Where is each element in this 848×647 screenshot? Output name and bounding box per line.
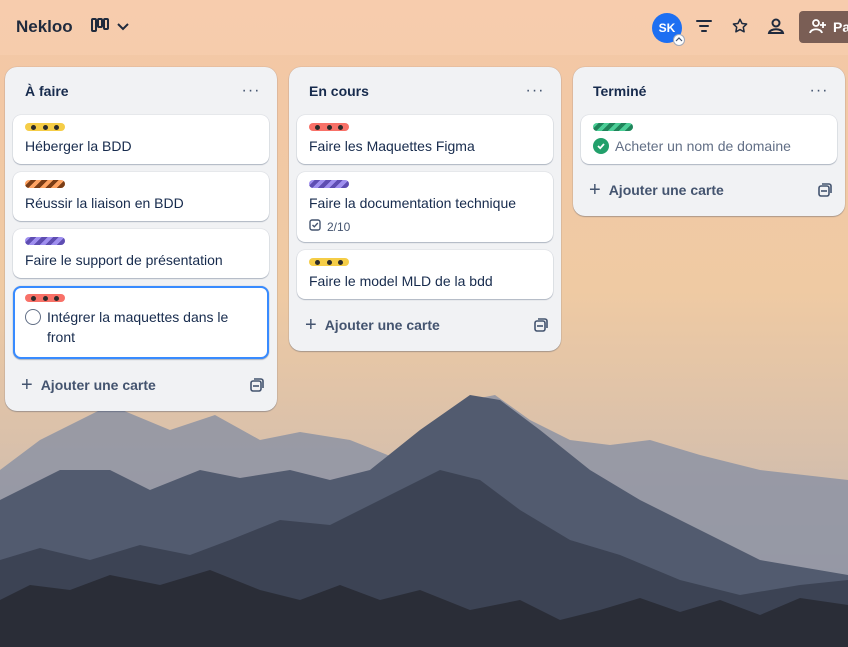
visibility-button[interactable] (760, 12, 792, 44)
list-en-cours: En cours ··· Faire les Maquettes Figma F… (289, 67, 561, 351)
template-icon[interactable] (817, 182, 833, 198)
list-title[interactable]: En cours (309, 83, 369, 99)
card-label[interactable] (25, 237, 65, 245)
add-card-label: Ajouter une carte (40, 377, 156, 393)
list-title[interactable]: À faire (25, 83, 69, 99)
filter-icon (696, 19, 712, 38)
add-card-row: + Ajouter une carte (5, 367, 277, 403)
card-title: Réussir la liaison en BDD (25, 195, 184, 211)
card-label[interactable] (25, 180, 65, 188)
plus-icon: + (21, 374, 33, 396)
admin-badge-icon (673, 34, 685, 46)
card-label[interactable] (593, 123, 633, 131)
list-header: En cours ··· (289, 67, 561, 115)
template-icon[interactable] (249, 377, 265, 393)
card-label[interactable] (25, 294, 65, 302)
card-title: Acheter un nom de domaine (615, 138, 791, 154)
card[interactable]: Faire le model MLD de la bdd (297, 250, 553, 299)
star-icon (731, 17, 749, 40)
add-card-label: Ajouter une carte (324, 317, 440, 333)
completed-check-icon[interactable] (593, 138, 609, 154)
list-a-faire: À faire ··· Héberger la BDD Réussir la l… (5, 67, 277, 411)
card-title: Faire le model MLD de la bdd (309, 273, 493, 289)
add-card-row: + Ajouter une carte (573, 172, 845, 208)
add-member-icon (809, 18, 827, 37)
star-button[interactable] (724, 12, 756, 44)
card-label[interactable] (309, 123, 349, 131)
card-selected[interactable]: Intégrer la maquettes dans le front (13, 286, 269, 359)
add-card-row: + Ajouter une carte (289, 307, 561, 343)
list-menu-icon[interactable]: ··· (805, 77, 833, 105)
card-title: Faire le support de présentation (25, 252, 223, 268)
complete-checkbox-icon[interactable] (25, 309, 41, 325)
checklist-icon (309, 219, 321, 234)
share-label: Pa (833, 19, 848, 35)
plus-icon: + (305, 314, 317, 336)
share-button[interactable]: Pa (799, 11, 848, 43)
header-actions: SK (652, 12, 792, 46)
add-card-button[interactable]: + Ajouter une carte (21, 375, 156, 395)
card[interactable]: Faire le support de présentation (13, 229, 269, 278)
checklist-badge: 2/10 (309, 219, 541, 234)
list-title[interactable]: Terminé (593, 83, 646, 99)
collaborators-icon (766, 17, 786, 40)
chevron-down-icon (117, 18, 129, 36)
list-termine: Terminé ··· Acheter un nom de domaine + … (573, 67, 845, 216)
card-title: Faire la documentation technique (309, 195, 517, 211)
add-card-label: Ajouter une carte (608, 182, 724, 198)
card-title: Faire les Maquettes Figma (309, 138, 475, 154)
list-menu-icon[interactable]: ··· (237, 77, 265, 105)
checklist-count: 2/10 (327, 219, 351, 234)
card[interactable]: Faire la documentation technique 2/10 (297, 172, 553, 242)
card-label[interactable] (309, 258, 349, 266)
card[interactable]: Réussir la liaison en BDD (13, 172, 269, 221)
list-menu-icon[interactable]: ··· (521, 77, 549, 105)
card-label[interactable] (309, 180, 349, 188)
add-card-button[interactable]: + Ajouter une carte (589, 180, 724, 200)
plus-icon: + (589, 179, 601, 201)
template-icon[interactable] (533, 317, 549, 333)
list-header: À faire ··· (5, 67, 277, 115)
avatar-initials: SK (658, 21, 676, 35)
board-view-switcher[interactable] (84, 12, 136, 42)
card[interactable]: Faire les Maquettes Figma (297, 115, 553, 164)
avatar[interactable]: SK (652, 13, 685, 46)
card[interactable]: Héberger la BDD (13, 115, 269, 164)
card-title: Intégrer la maquettes dans le front (47, 309, 229, 345)
add-card-button[interactable]: + Ajouter une carte (305, 315, 440, 335)
board-view-icon (91, 17, 109, 37)
card[interactable]: Acheter un nom de domaine (581, 115, 837, 164)
board-header: Nekloo SK Pa (0, 0, 848, 55)
list-header: Terminé ··· (573, 67, 845, 115)
filter-button[interactable] (688, 12, 720, 44)
board-title[interactable]: Nekloo (16, 17, 73, 37)
card-label[interactable] (25, 123, 65, 131)
card-title: Héberger la BDD (25, 138, 132, 154)
